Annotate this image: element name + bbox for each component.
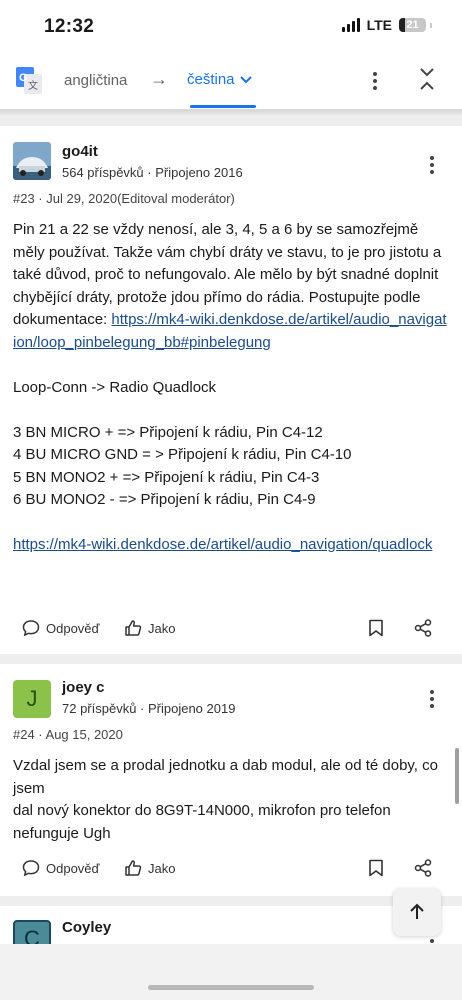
comment-icon <box>22 620 40 637</box>
more-vert-icon[interactable] <box>430 156 434 174</box>
network-label: LTE <box>366 17 392 33</box>
bookmark-icon[interactable] <box>368 859 384 877</box>
more-vert-icon[interactable] <box>373 72 377 90</box>
more-vert-icon[interactable] <box>430 690 434 708</box>
battery-cap <box>430 22 432 28</box>
pin-line: 3 BN MICRO + => Připojení k rádiu, Pin C… <box>13 423 323 441</box>
user-stats: 564 příspěvků · Připojeno 2016 <box>62 165 243 180</box>
reply-button[interactable]: Odpověď <box>22 619 100 637</box>
translate-bar: G 文 angličtina → čeština <box>0 52 462 110</box>
quadlock-link[interactable]: https://mk4-wiki.denkdose.de/artikel/aud… <box>13 536 432 553</box>
bar-shadow <box>0 110 462 116</box>
svg-text:G: G <box>19 72 28 84</box>
comment-icon <box>22 860 40 877</box>
post-line: dal nový konektor do 8G9T-14N000, mikrof… <box>13 802 391 842</box>
post-actions: Odpověď Jako <box>0 613 462 643</box>
arrow-up-icon <box>410 903 424 919</box>
selected-tab-indicator <box>190 105 256 108</box>
bottom-bar <box>0 944 462 1000</box>
target-language: čeština <box>187 71 235 88</box>
like-label: Jako <box>148 860 176 876</box>
arrow-right-icon: → <box>150 69 168 89</box>
post-card: J joey c 72 příspěvků · Připojeno 2019 #… <box>0 664 462 896</box>
chevron-down-icon <box>239 75 252 83</box>
post-card: go4it 564 příspěvků · Připojeno 2016 #23… <box>0 126 462 654</box>
post-meta: #23 · Jul 29, 2020(Editoval moderátor) <box>13 191 235 206</box>
scrollbar[interactable] <box>455 748 459 804</box>
like-label: Jako <box>148 620 176 636</box>
post-actions: Odpověď Jako <box>0 853 462 883</box>
share-icon[interactable] <box>414 619 432 637</box>
pin-line: 6 BU MONO2 - => Připojení k rádiu, Pin C… <box>13 491 316 508</box>
username[interactable]: Coyley <box>62 919 111 936</box>
post-line: Vzdal jsem se a prodal jednotku a dab mo… <box>13 757 438 797</box>
like-button[interactable]: Jako <box>124 619 175 637</box>
target-language-select[interactable]: čeština <box>187 71 252 88</box>
status-time: 12:32 <box>44 16 95 37</box>
post-body: Pin 21 a 22 se vždy nenosí, ale 3, 4, 5 … <box>13 219 449 557</box>
avatar[interactable]: J <box>13 680 51 718</box>
username[interactable]: go4it <box>62 143 98 160</box>
pin-line: 4 BU MICRO GND = > Připojení k rádiu, Pi… <box>13 446 352 463</box>
bookmark-icon[interactable] <box>368 619 384 637</box>
share-icon[interactable] <box>414 859 432 877</box>
like-button[interactable]: Jako <box>124 859 175 877</box>
post-body: Vzdal jsem se a prodal jednotku a dab mo… <box>13 755 449 845</box>
user-stats: 72 příspěvků · Připojeno 2019 <box>62 701 236 716</box>
signal-icon <box>341 18 360 32</box>
post-meta: #24 · Aug 15, 2020 <box>13 727 123 742</box>
source-language[interactable]: angličtina <box>64 72 127 89</box>
avatar[interactable] <box>13 142 51 180</box>
pin-line: 5 BN MONO2 + => Připojení k rádiu, Pin C… <box>13 468 320 486</box>
thumbs-up-icon <box>125 620 142 636</box>
scroll-to-top-button[interactable] <box>393 888 441 936</box>
battery-icon: 21 <box>399 18 426 32</box>
reply-label: Odpověď <box>46 620 100 636</box>
status-bar: 12:32 LTE 21 <box>0 0 462 52</box>
username[interactable]: joey c <box>62 679 105 696</box>
post-line: Loop-Conn -> Radio Quadlock <box>13 378 217 396</box>
battery-level: 21 <box>406 19 419 31</box>
reply-button[interactable]: Odpověď <box>22 859 100 877</box>
collapse-icon[interactable] <box>420 67 434 100</box>
reply-label: Odpověď <box>46 860 100 876</box>
home-indicator[interactable] <box>148 985 314 990</box>
svg-text:文: 文 <box>28 79 38 92</box>
thumbs-up-icon <box>125 860 142 876</box>
google-translate-icon[interactable]: G 文 <box>16 67 42 95</box>
status-indicators: LTE 21 <box>341 17 432 33</box>
